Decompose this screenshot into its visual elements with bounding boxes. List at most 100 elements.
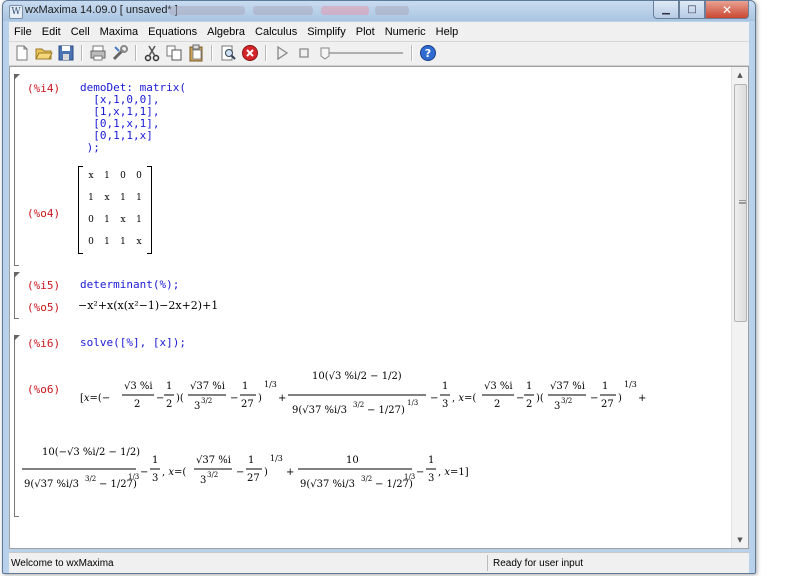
svg-text:√37 %i: √37 %i	[550, 381, 585, 392]
svg-text:√37 %i: √37 %i	[196, 455, 231, 466]
scroll-down-icon[interactable]: ▼	[732, 532, 748, 548]
svg-text:−: −	[156, 393, 164, 404]
output-label: (%o4)	[27, 207, 61, 220]
menu-simplify[interactable]: Simplify	[302, 26, 351, 38]
svg-text:)(: )(	[536, 393, 544, 404]
input-label: (%i5)	[27, 279, 61, 292]
animation-slider[interactable]	[319, 46, 405, 60]
svg-text:1/3: 1/3	[264, 380, 277, 389]
toolbar-separator	[135, 45, 137, 61]
svg-text:9(√37 %i/3: 9(√37 %i/3	[300, 479, 355, 490]
svg-text:1: 1	[152, 455, 158, 466]
svg-text:1: 1	[248, 455, 254, 466]
matrix-cell: x	[136, 237, 142, 247]
solve-row2-formula: 10(−√3 %i/2 − 1/2) 9(√37 %i/3 3/2− 1/27)1…	[22, 447, 469, 490]
menu-file[interactable]: File	[9, 26, 37, 38]
matrix-cell: 1	[136, 193, 142, 203]
svg-text:?: ?	[425, 47, 431, 60]
svg-text:, x=(: , x=(	[162, 467, 186, 478]
wxmaxima-app-icon: W	[9, 5, 23, 19]
svg-text:1/3: 1/3	[624, 380, 637, 389]
svg-text:, x=(: , x=(	[452, 393, 476, 404]
help-icon[interactable]: ?	[419, 44, 437, 62]
play-icon[interactable]	[273, 44, 291, 62]
svg-text:3/2: 3/2	[207, 471, 218, 479]
svg-text:√37 %i: √37 %i	[190, 381, 225, 392]
cell-input[interactable]: solve([%], [x]);	[80, 337, 186, 349]
svg-text:): )	[258, 393, 262, 404]
toolbar: ?	[9, 42, 749, 66]
blurred-title-fragment	[375, 6, 409, 15]
scroll-up-icon[interactable]: ▲	[732, 67, 748, 83]
svg-text:): )	[264, 467, 268, 478]
menu-algebra[interactable]: Algebra	[202, 26, 250, 38]
menu-bar: File Edit Cell Maxima Equations Algebra …	[9, 22, 749, 42]
svg-text:1: 1	[428, 455, 434, 466]
svg-text:2: 2	[134, 399, 140, 410]
matrix-cell: 1	[104, 215, 110, 225]
svg-text:3/2: 3/2	[85, 475, 96, 483]
svg-text:−: −	[236, 467, 244, 478]
svg-text:1: 1	[602, 381, 608, 392]
svg-text:−: −	[230, 393, 238, 404]
matrix-output: x 1 0 0 1 x 1 1 0 1 x 1 0 1 1 x	[78, 166, 152, 254]
preferences-icon[interactable]	[111, 44, 129, 62]
svg-text:1: 1	[526, 381, 532, 392]
paste-icon[interactable]	[187, 44, 205, 62]
print-icon[interactable]	[89, 44, 107, 62]
menu-equations[interactable]: Equations	[143, 26, 202, 38]
scroll-thumb[interactable]	[734, 84, 747, 322]
svg-text:1: 1	[442, 381, 448, 392]
new-document-icon[interactable]	[13, 44, 31, 62]
title-bar[interactable]: W wxMaxima 14.09.0 [ unsaved* ] ▁ □ ✕	[3, 1, 755, 21]
svg-text:[x=(−: [x=(−	[80, 393, 110, 404]
minimize-button[interactable]: ▁	[653, 1, 679, 19]
cell-bracket[interactable]	[14, 335, 20, 517]
vertical-scrollbar[interactable]: ▲ ▼	[731, 67, 748, 548]
cut-icon[interactable]	[143, 44, 161, 62]
cell-bracket[interactable]	[14, 272, 20, 319]
svg-text:1: 1	[242, 381, 248, 392]
menu-help[interactable]: Help	[431, 26, 464, 38]
copy-icon[interactable]	[165, 44, 183, 62]
matrix-cell: 0	[120, 171, 126, 181]
maximize-button[interactable]: □	[679, 1, 705, 19]
menu-numeric[interactable]: Numeric	[380, 26, 431, 38]
close-button[interactable]: ✕	[705, 1, 749, 19]
cell-input[interactable]: determinant(%);	[80, 279, 179, 291]
cell-input[interactable]: demoDet: matrix( [x,1,0,0], [1,x,1,1], […	[80, 82, 186, 154]
worksheet[interactable]: (%i4) demoDet: matrix( [x,1,0,0], [1,x,1…	[9, 66, 749, 549]
matrix-cell: 1	[120, 193, 126, 203]
svg-text:10: 10	[346, 455, 359, 466]
svg-text:3: 3	[428, 473, 434, 484]
matrix-cell: 1	[136, 215, 142, 225]
toolbar-separator	[211, 45, 213, 61]
toolbar-separator	[411, 45, 413, 61]
find-icon[interactable]	[219, 44, 237, 62]
menu-edit[interactable]: Edit	[37, 26, 66, 38]
svg-text:3: 3	[442, 399, 448, 410]
menu-cell[interactable]: Cell	[66, 26, 95, 38]
svg-text:27: 27	[247, 473, 260, 484]
blurred-title-fragment	[321, 6, 369, 15]
svg-text:10(−√3 %i/2 − 1/2): 10(−√3 %i/2 − 1/2)	[42, 447, 140, 458]
svg-text:+: +	[286, 467, 294, 478]
open-folder-icon[interactable]	[35, 44, 53, 62]
save-icon[interactable]	[57, 44, 75, 62]
matrix-cell: x	[88, 171, 94, 181]
menu-plot[interactable]: Plot	[351, 26, 380, 38]
matrix-cell: 0	[88, 237, 94, 247]
stop-icon[interactable]	[295, 44, 313, 62]
determinant-output: −x²+x(x(x²−1)−2x+2)+1	[78, 299, 219, 312]
interrupt-icon[interactable]	[241, 44, 259, 62]
svg-text:3: 3	[200, 475, 206, 486]
cell-bracket[interactable]	[14, 74, 20, 266]
toolbar-separator	[81, 45, 83, 61]
menu-maxima[interactable]: Maxima	[95, 26, 144, 38]
svg-text:1/3: 1/3	[270, 454, 283, 463]
matrix-cell: 1	[88, 193, 94, 203]
svg-text:3: 3	[194, 401, 200, 412]
solve-row1-formula: [x=(− √3 %i2 − 12 )( √37 %i3 3/2 − 127 )1…	[80, 371, 646, 416]
toolbar-separator	[265, 45, 267, 61]
menu-calculus[interactable]: Calculus	[250, 26, 302, 38]
